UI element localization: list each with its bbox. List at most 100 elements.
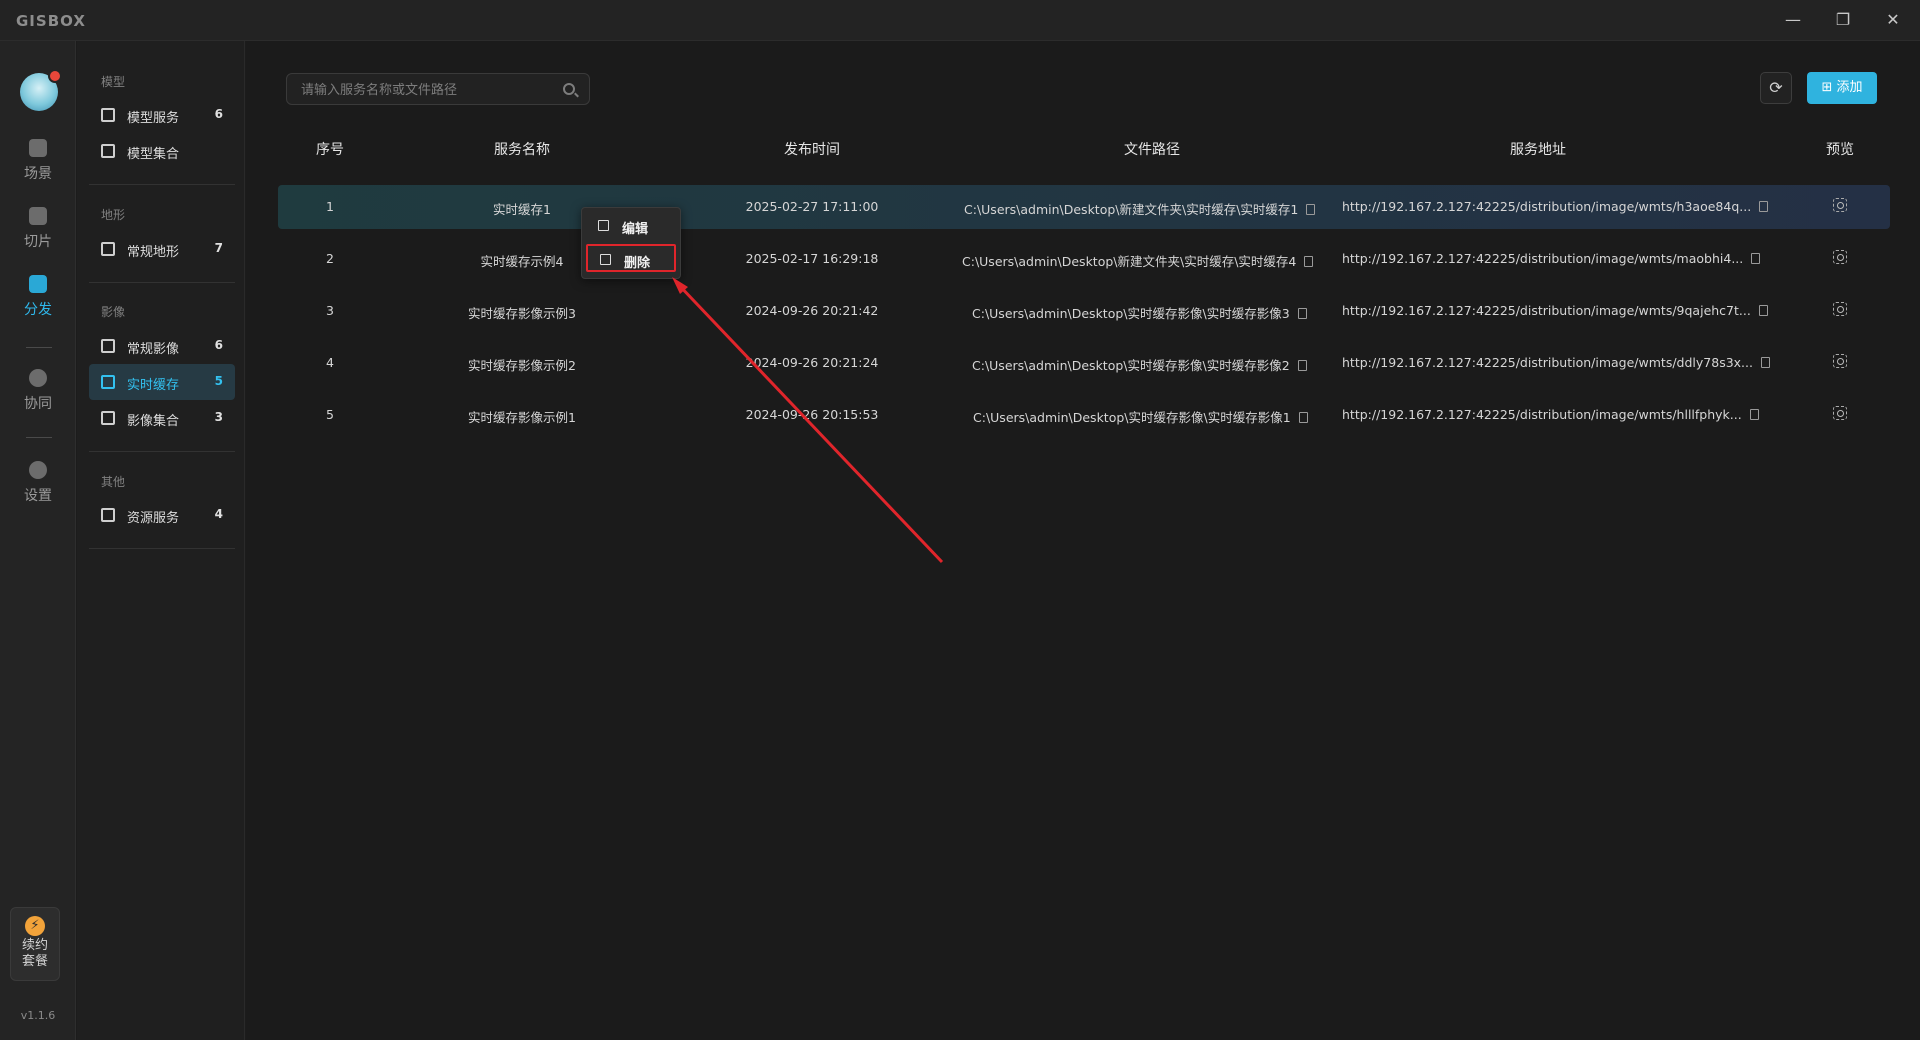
sidebar-item-realtime-cache[interactable]: 实时缓存 5 [89,364,235,400]
rail-label-distribute: 分发 [24,302,52,318]
copy-icon[interactable] [1298,412,1308,423]
copy-icon[interactable] [1297,308,1307,319]
column-header-path: 文件路径 [1124,142,1180,158]
cell-time: 2025-02-27 17:11:00 [745,199,879,214]
lightning-icon: ⚡ [25,916,45,936]
table-row[interactable]: 3 实时缓存影像示例3 2024-09-26 20:21:42 C:\Users… [278,289,1890,333]
copy-icon[interactable] [1760,357,1770,368]
copy-icon[interactable] [1759,201,1769,212]
copy-icon[interactable] [1751,253,1761,264]
terrain-icon [101,242,115,256]
rail-divider [26,347,52,348]
path-text: C:\Users\admin\Desktop\实时缓存影像\实时缓存影像2 [972,358,1290,373]
maximize-button[interactable]: ❐ [1828,8,1858,32]
renew-label-1: 续约 [21,938,48,953]
cell-name: 实时缓存影像示例2 [468,358,576,373]
copy-icon[interactable] [1304,256,1314,267]
preview-icon[interactable] [1833,302,1847,316]
rail-divider [26,437,52,438]
rail-item-distribute[interactable]: 分发 [0,275,76,331]
rail-item-settings[interactable]: 设置 [0,461,76,517]
sidebar-item-count: 3 [214,410,223,424]
column-header-time: 发布时间 [784,142,840,158]
copy-icon[interactable] [1306,204,1316,215]
cell-index: 2 [326,251,334,266]
image-icon [101,411,115,425]
copy-icon[interactable] [1297,360,1307,371]
sidebar-item-imagery-collection[interactable]: 影像集合 3 [89,400,235,436]
sidebar-item-model-service[interactable]: 模型服务 6 [89,97,235,133]
copy-icon[interactable] [1758,305,1768,316]
category-sidebar: 模型 模型服务 6 模型集合 地形 常规地形 7 影像 常规影像 6 实时缓存 … [77,41,245,1040]
rail-item-slice[interactable]: 切片 [0,207,76,263]
menu-item-label: 删除 [624,256,651,271]
cell-path: C:\Users\admin\Desktop\实时缓存影像\实时缓存影像3 [972,303,1307,322]
table-row[interactable]: 5 实时缓存影像示例1 2024-09-26 20:15:53 C:\Users… [278,393,1890,437]
refresh-button[interactable]: ⟳ [1760,72,1792,104]
cell-name: 实时缓存1 [493,202,551,217]
url-text: http://192.167.2.127:42225/distribution/… [1342,303,1751,318]
table-row[interactable]: 2 实时缓存示例4 2025-02-17 16:29:18 C:\Users\a… [278,237,1890,281]
search-icon[interactable] [563,83,575,95]
rail-label-settings: 设置 [24,488,52,504]
preview-icon[interactable] [1833,406,1847,420]
cell-index: 1 [326,199,334,214]
context-menu: 编辑 删除 [581,207,681,279]
column-header-preview: 预览 [1826,142,1854,158]
table-row[interactable]: 1 实时缓存1 2025-02-27 17:11:00 C:\Users\adm… [278,185,1890,229]
edit-icon [598,220,609,231]
copy-icon[interactable] [1749,409,1759,420]
path-text: C:\Users\admin\Desktop\实时缓存影像\实时缓存影像1 [973,410,1291,425]
sidebar-item-resource-service[interactable]: 资源服务 4 [89,497,235,533]
sidebar-item-count: 7 [214,241,223,255]
add-button[interactable]: ⊞ 添加 [1807,72,1877,104]
sidebar-item-label: 常规地形 [127,245,180,260]
group-title-other: 其他 [101,475,126,489]
cell-index: 4 [326,355,334,370]
column-header-url: 服务地址 [1510,142,1566,158]
add-button-label: 添加 [1836,80,1863,95]
app-logo: GISBOX [16,12,86,30]
cell-time: 2024-09-26 20:21:42 [745,303,879,318]
sidebar-divider [89,548,235,549]
minimize-button[interactable]: — [1778,8,1808,32]
table-row[interactable]: 4 实时缓存影像示例2 2024-09-26 20:21:24 C:\Users… [278,341,1890,385]
close-button[interactable]: ✕ [1878,8,1908,32]
sidebar-item-model-collection[interactable]: 模型集合 [89,133,235,169]
lock-icon [29,369,47,387]
sidebar-divider [89,282,235,283]
sidebar-item-regular-imagery[interactable]: 常规影像 6 [89,328,235,364]
preview-icon[interactable] [1833,354,1847,368]
rail-item-scene[interactable]: 场景 [0,139,76,195]
menu-item-delete[interactable]: 删除 [586,244,676,272]
cell-time: 2024-09-26 20:21:24 [745,355,879,370]
sidebar-divider [89,451,235,452]
cell-path: C:\Users\admin\Desktop\实时缓存影像\实时缓存影像1 [973,407,1308,426]
preview-icon[interactable] [1833,198,1847,212]
add-icon: ⊞ [1821,80,1833,95]
cell-name: 实时缓存影像示例3 [468,306,576,321]
url-text: http://192.167.2.127:42225/distribution/… [1342,251,1744,266]
settings-icon [29,461,47,479]
title-bar: GISBOX — ❐ ✕ [0,0,1920,41]
preview-icon[interactable] [1833,250,1847,264]
cell-url: http://192.167.2.127:42225/distribution/… [1342,407,1759,422]
cell-index: 3 [326,303,334,318]
model-icon [101,108,115,122]
group-title-terrain: 地形 [101,208,126,222]
image-icon [101,375,115,389]
sidebar-item-terrain[interactable]: 常规地形 7 [89,231,235,267]
sidebar-item-count: 6 [214,338,223,352]
rail-item-collab[interactable]: 协同 [0,369,76,425]
url-text: http://192.167.2.127:42225/distribution/… [1342,199,1752,214]
slice-icon [29,207,47,225]
cell-name: 实时缓存影像示例1 [468,410,576,425]
renew-plan-button[interactable]: ⚡ 续约 套餐 [10,907,60,981]
menu-item-edit[interactable]: 编辑 [586,212,676,240]
cell-name: 实时缓存示例4 [480,254,564,269]
rail-label-scene: 场景 [24,166,52,182]
cell-url: http://192.167.2.127:42225/distribution/… [1342,199,1769,214]
renew-label-2: 套餐 [21,954,48,969]
url-text: http://192.167.2.127:42225/distribution/… [1342,407,1742,422]
search-input[interactable] [301,80,551,100]
